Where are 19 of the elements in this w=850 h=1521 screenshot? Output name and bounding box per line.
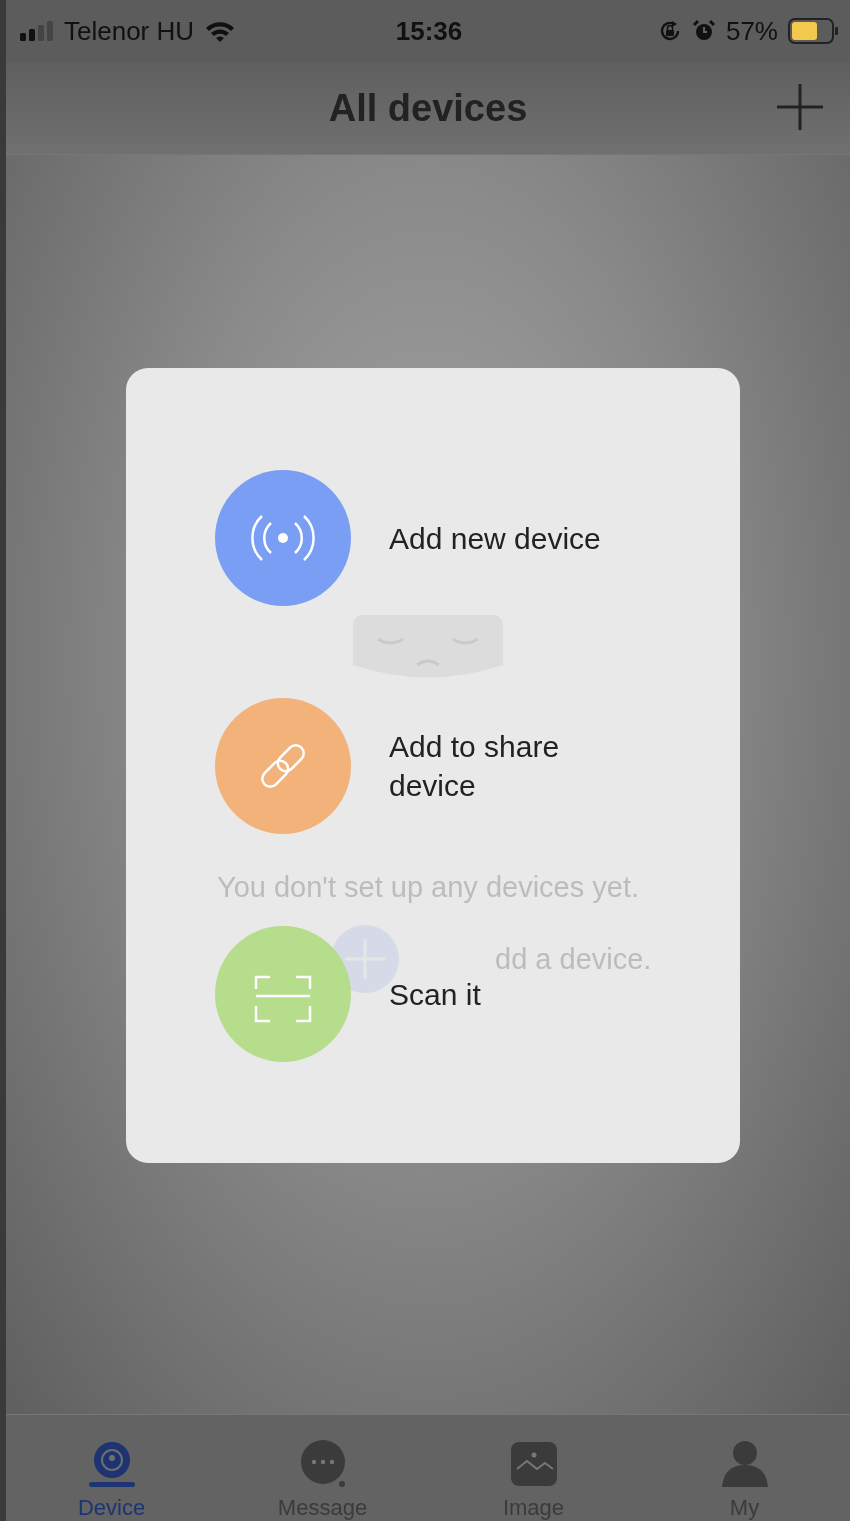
alarm-icon — [691, 19, 716, 43]
battery-icon — [788, 18, 838, 44]
signal-icon — [20, 20, 54, 42]
person-icon — [719, 1439, 770, 1489]
scan-icon[interactable] — [215, 926, 351, 1062]
carrier-name: Telenor HU — [64, 15, 195, 47]
battery-percent: 57% — [725, 15, 778, 47]
image-icon — [508, 1439, 559, 1489]
tab-item[interactable]: Device — [41, 1439, 182, 1521]
menu-option[interactable]: Add new device — [389, 518, 614, 558]
status-time: 15:36 — [395, 15, 463, 47]
menu-option[interactable]: Add to share device — [389, 727, 614, 805]
menu-option[interactable]: Scan it — [389, 974, 614, 1014]
camera-icon — [86, 1439, 137, 1489]
broadcast-icon[interactable] — [215, 470, 351, 606]
wifi-icon — [204, 19, 237, 43]
page-title: All devices — [328, 86, 528, 130]
add-icon[interactable] — [775, 82, 825, 132]
link-icon[interactable] — [215, 698, 351, 834]
